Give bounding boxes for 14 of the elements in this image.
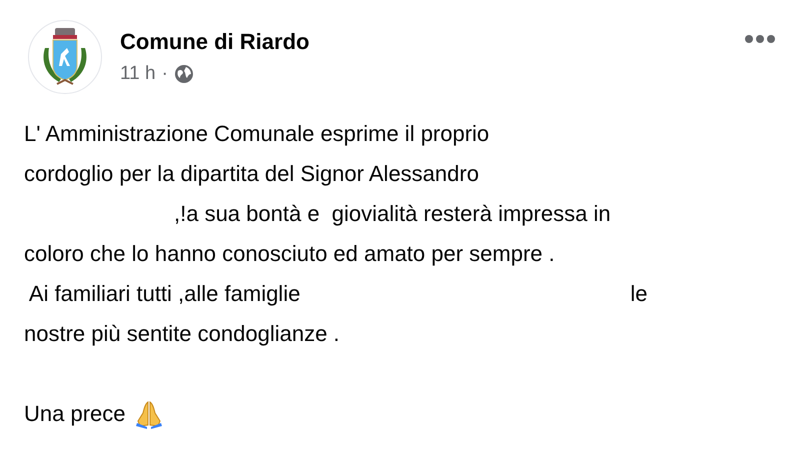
separator-dot: · [162, 63, 168, 85]
page-name[interactable]: Comune di Riardo [120, 29, 310, 55]
post-text-line: Ai familiari tutti ,alle famiglie [28, 281, 300, 307]
post-text-line: nostre più sentite condoglianze . [24, 321, 340, 347]
post-text-line: cordoglio per la dipartita del Signor Alessandro [24, 161, 479, 187]
more-options-icon[interactable] [744, 34, 776, 44]
post-text-line: ,!a sua bontà e giovialità resterà impressa in [174, 201, 611, 227]
post-time[interactable]: 11 h [120, 63, 156, 85]
post-text-line: coloro che lo hanno conosciuto ed amato per sempre . [24, 241, 555, 267]
globe-icon [174, 64, 194, 84]
post-text-line: L' Amministrazione Comunale esprime il proprio [24, 121, 490, 147]
post-text-line: Una prece [24, 401, 126, 427]
praying-hands-icon [134, 399, 164, 429]
post-text-line: le [630, 281, 648, 307]
